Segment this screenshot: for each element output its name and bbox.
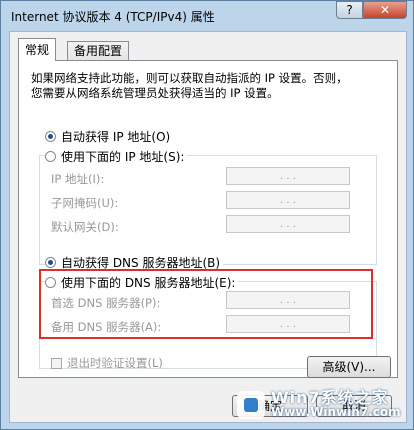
auto-dns-label: 自动获得 DNS 服务器地址(B) [61, 256, 221, 270]
radio-icon [45, 277, 56, 288]
title-bar: Internet 协议版本 4 (TCP/IPv4) 属性 ? ✕ [1, 1, 413, 29]
subnet-mask-label: 子网掩码(U): [51, 196, 119, 210]
tab-general[interactable]: 常规 [18, 38, 57, 61]
radio-icon [45, 151, 56, 162]
general-panel: 如果网络支持此功能，则可以获取自动指派的 IP 设置。否则， 您需要从网络系统管… [18, 60, 398, 378]
ip-address-field[interactable]: . . . [226, 167, 350, 185]
subnet-mask-field[interactable]: . . . [226, 191, 350, 209]
checkbox-icon [51, 357, 62, 369]
validate-on-exit-label: 退出时验证设置(L) [67, 356, 163, 370]
preferred-dns-label: 首选 DNS 服务器(P): [51, 296, 161, 310]
dialog-window: Internet 协议版本 4 (TCP/IPv4) 属性 ? ✕ 常规 备用配… [0, 0, 414, 430]
window-title: Internet 协议版本 4 (TCP/IPv4) 属性 [11, 10, 215, 24]
validate-on-exit-checkbox[interactable]: 退出时验证设置(L) [51, 355, 163, 371]
tab-alternate-config[interactable]: 备用配置 [67, 41, 130, 61]
auto-ip-radio[interactable]: 自动获得 IP 地址(O) [45, 128, 174, 145]
default-gateway-label: 默认网关(D): [51, 220, 119, 234]
radio-icon [45, 257, 56, 268]
advanced-button[interactable]: 高级(V)... [307, 356, 391, 378]
description-text: 如果网络支持此功能，则可以获取自动指派的 IP 设置。否则， 您需要从网络系统管… [31, 71, 348, 100]
alternate-dns-label: 备用 DNS 服务器(A): [51, 320, 162, 334]
help-button[interactable]: ? [336, 1, 363, 19]
default-gateway-field[interactable]: . . . [226, 215, 350, 233]
manual-dns-label: 使用下面的 DNS 服务器地址(E): [61, 276, 236, 290]
windows-logo-icon [237, 391, 265, 419]
preferred-dns-field[interactable]: . . . [226, 291, 350, 309]
ip-address-label: IP 地址(I): [51, 172, 105, 186]
auto-dns-radio[interactable]: 自动获得 DNS 服务器地址(B) [45, 254, 224, 271]
auto-ip-label: 自动获得 IP 地址(O) [61, 130, 171, 144]
manual-dns-radio[interactable]: 使用下面的 DNS 服务器地址(E): [45, 274, 239, 291]
watermark: Win7系统之家 Www.Winwin7.com [237, 385, 407, 425]
alternate-dns-field[interactable]: . . . [226, 315, 350, 333]
manual-ip-label: 使用下面的 IP 地址(S): [61, 150, 185, 164]
radio-icon [45, 131, 56, 142]
dialog-body: 常规 备用配置 如果网络支持此功能，则可以获取自动指派的 IP 设置。否则， 您… [9, 31, 407, 423]
manual-ip-radio[interactable]: 使用下面的 IP 地址(S): [45, 148, 188, 165]
close-button[interactable]: ✕ [363, 1, 407, 19]
watermark-line2: Www.Winwin7.com [271, 405, 401, 419]
watermark-line1: Win7系统之家 [271, 388, 389, 407]
